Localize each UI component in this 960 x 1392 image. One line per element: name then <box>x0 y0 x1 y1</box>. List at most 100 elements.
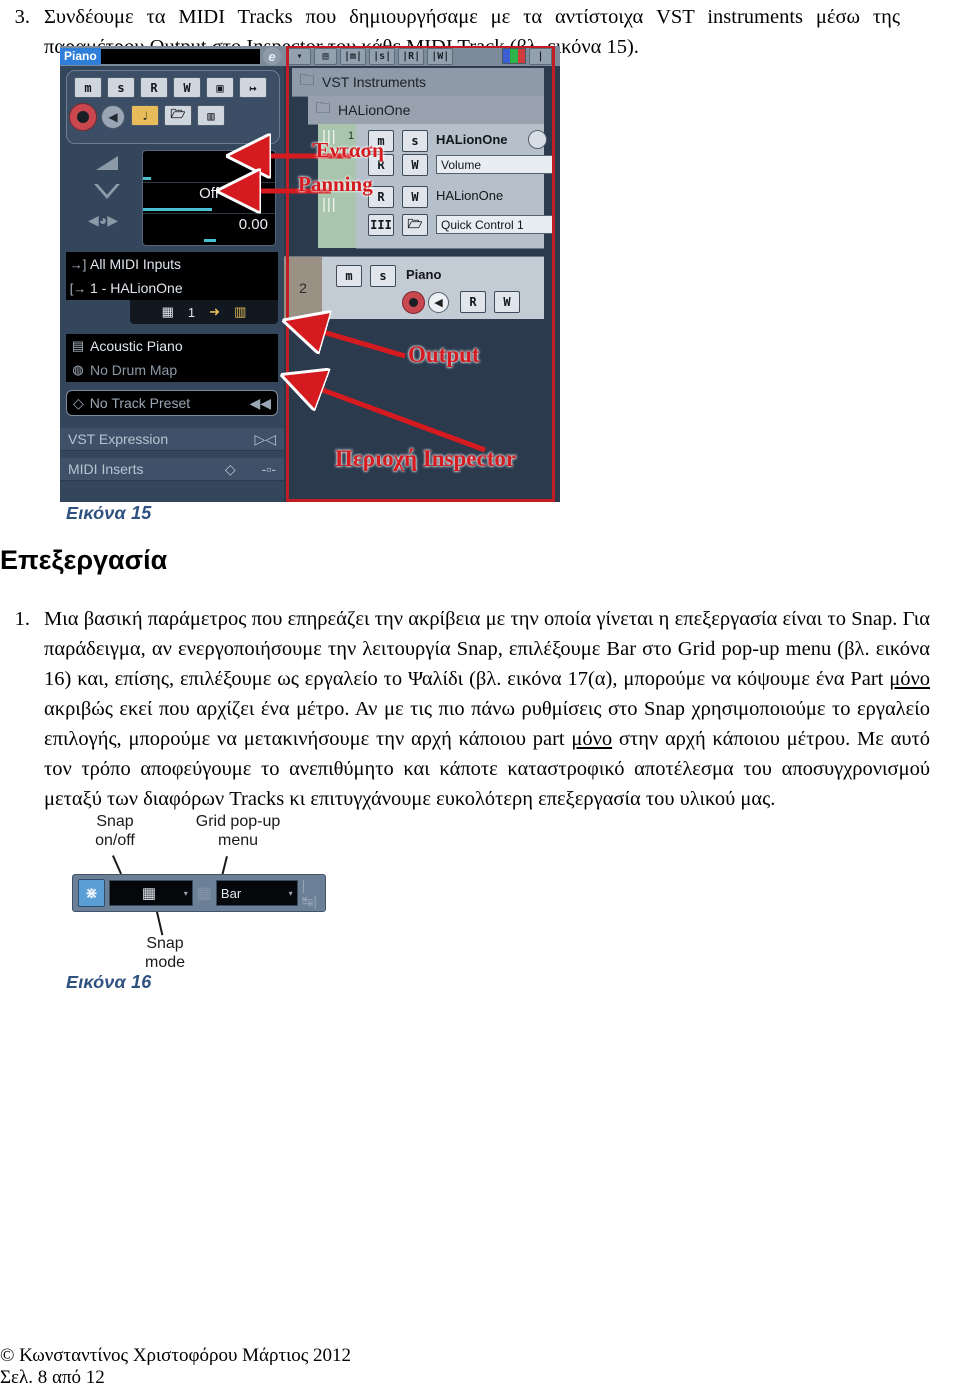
list-marker: 3. <box>14 6 30 28</box>
midi-inserts-row[interactable]: MIDI Inserts ◇ -▫- <box>60 458 284 481</box>
solo-button[interactable]: s <box>107 77 135 98</box>
track-name-field[interactable] <box>100 48 260 64</box>
delay-readout-row[interactable]: 0.00 <box>143 213 275 244</box>
volume-fader-icon <box>96 156 118 170</box>
list-item-1-text: Μια βασική παράμετρος που επηρεάζει την … <box>44 604 930 814</box>
track-color-icon[interactable] <box>502 48 526 64</box>
midi-track-row-2[interactable]: 2 m s Piano ◀ R W <box>284 256 544 319</box>
volume-value: Off <box>248 154 268 171</box>
track-name-label: Piano <box>60 47 101 65</box>
snap-on-off-toggle[interactable]: ⋇ <box>78 879 106 907</box>
drum-map-value: No Drum Map <box>90 362 178 378</box>
program-row[interactable]: ▤ Acoustic Piano <box>66 334 278 359</box>
inspector-frame-bottom <box>286 499 555 502</box>
track2-monitor-icon[interactable]: ◀ <box>428 292 449 313</box>
pan-icon <box>94 184 120 199</box>
instr-automation-param-1[interactable]: Volume <box>436 155 554 174</box>
inspector-frame-top <box>286 46 555 48</box>
grid-icon: ▦ <box>161 304 174 319</box>
keys-icon: ▥ <box>234 304 247 319</box>
midi-inserts-diamond-icon[interactable]: ◇ <box>225 461 236 478</box>
mute-button[interactable]: m <box>74 77 102 98</box>
instr-automation-param-2[interactable]: Quick Control 1 <box>436 215 554 234</box>
figure-15-caption: Εικόνα 15 <box>66 503 152 523</box>
vst-expression-label: VST Expression <box>68 431 169 447</box>
folder-icon[interactable]: 🗁 <box>164 105 192 126</box>
track2-solo-button[interactable]: s <box>370 265 396 287</box>
chevron-down-icon[interactable]: ▾ <box>288 47 311 65</box>
global-read-button[interactable]: |R| <box>398 47 425 65</box>
midi-input-row[interactable]: →] All MIDI Inputs <box>66 252 278 277</box>
snap-mode-combo[interactable]: ▦ ▾ <box>109 880 193 906</box>
inspector-panel: Piano e m s R W ▣ ↦ ◀ ♩ 🗁 ▥ ◀◕▶ Off Off … <box>60 46 284 502</box>
folder-label-vst-instruments: VST Instruments <box>322 74 427 90</box>
pan-readout-row[interactable]: Off <box>143 182 275 213</box>
instr-write-button-2[interactable]: W <box>402 186 428 208</box>
volume-bar[interactable] <box>143 177 151 180</box>
edit-channel-icon[interactable]: ▣ <box>206 77 234 98</box>
track2-write-button[interactable]: W <box>494 291 520 313</box>
instr-channel-icon[interactable]: III <box>368 214 394 236</box>
keyboard-icon[interactable]: ▥ <box>197 105 225 126</box>
track2-read-button[interactable]: R <box>460 291 486 313</box>
track2-record-button[interactable] <box>402 291 425 314</box>
snap-to-zero-crossing-icon[interactable]: |↹| <box>302 877 320 910</box>
vst-expression-row[interactable]: VST Expression ▷◁ <box>60 428 284 451</box>
record-enable-button[interactable] <box>69 103 97 131</box>
volume-readout-row[interactable]: Off <box>143 151 275 182</box>
folder-row-halionone[interactable]: 🗀 HALionOne <box>308 96 544 125</box>
track-controls-panel: m s R W ▣ ↦ ◀ ♩ 🗁 ▥ <box>66 70 280 144</box>
folder-row-vst-instruments[interactable]: 🗀 VST Instruments <box>292 68 544 97</box>
edit-icon[interactable]: e <box>263 47 281 65</box>
midi-channel-row[interactable]: ▦ 1 ➜ ▥ <box>130 300 278 324</box>
output-routing-icon[interactable]: ↦ <box>239 77 267 98</box>
drum-map-row[interactable]: ◍ No Drum Map <box>66 358 278 383</box>
instr-solo-button[interactable]: s <box>402 130 428 152</box>
grid-value: Bar <box>220 885 242 901</box>
annotation-inspector-area: Περιοχή Inspector <box>335 446 517 471</box>
global-mute-button[interactable]: |m| <box>340 47 367 65</box>
midi-inserts-bypass-icon[interactable]: -▫- <box>262 461 276 477</box>
body-underline-2: μόνο <box>571 728 613 750</box>
instr-rec-circle-icon[interactable] <box>528 130 547 149</box>
body-seg-1: Μια βασική παράμετρος που επηρεάζει την … <box>44 608 930 690</box>
track-preset-row[interactable]: ◇ No Track Preset ◀◀ <box>66 390 278 416</box>
record-dot-icon <box>77 111 89 123</box>
pan-bar[interactable] <box>143 208 212 211</box>
read-button[interactable]: R <box>140 77 168 98</box>
delay-bar[interactable] <box>203 239 216 242</box>
instr-write-button[interactable]: W <box>402 154 428 176</box>
track2-mute-button[interactable]: m <box>336 265 362 287</box>
footer-copyright: © Κωνσταντίνος Χριστοφόρου Μάρτιος 2012 <box>0 1345 351 1366</box>
toolbar-divider-icon: | <box>529 47 552 65</box>
folder-label-halionone: HALionOne <box>338 102 411 118</box>
global-write-button[interactable]: |W| <box>427 47 454 65</box>
snap-toolbar: ⋇ ▦ ▾ ▦ Bar ▾ |↹| <box>72 874 326 912</box>
list-icon[interactable]: ▤ <box>314 47 337 65</box>
preset-diamond-icon: ◇ <box>73 394 84 411</box>
label-snap-mode-line1: Snap <box>146 935 184 952</box>
write-button[interactable]: W <box>173 77 201 98</box>
delay-value: 0.00 <box>238 216 268 233</box>
folder-icon: 🗀 <box>315 99 331 117</box>
instr-lock-icon[interactable]: 🗁 <box>402 214 428 236</box>
label-grid-popup-line2: menu <box>217 832 259 849</box>
output-icon: [→ <box>69 280 87 296</box>
grid-popup-combo[interactable]: Bar ▾ <box>215 880 298 906</box>
midi-output-row[interactable]: [→ 1 - HALionOne <box>66 276 278 301</box>
monitor-speaker-icon[interactable]: ◀ <box>101 105 125 129</box>
grid-type-ghost-icon: ▦ <box>196 885 212 902</box>
midi-channel-value: 1 <box>187 304 196 320</box>
preset-prev-icon[interactable]: ◀◀ <box>249 395 271 412</box>
arrow-right-icon: ➜ <box>209 304 221 319</box>
label-snap-onoff-line1: Snap <box>96 813 134 830</box>
instrument-track-controls: m s HALionOne R W Volume R W HALionOne I… <box>356 124 554 249</box>
global-solo-button[interactable]: |s| <box>369 47 396 65</box>
vst-expression-icon[interactable]: ▷◁ <box>254 431 276 448</box>
project-window: ▾ ▤ |m| |s| |R| |W| | 🗀 VST Instruments … <box>284 46 560 502</box>
leader-line-snap-mode <box>156 911 164 936</box>
footer-page-number: Σελ. 8 από 12 <box>0 1367 105 1388</box>
note-icon[interactable]: ♩ <box>131 105 159 126</box>
midi-input-value: All MIDI Inputs <box>90 256 182 272</box>
delay-clock-icon: ◀◕▶ <box>88 212 118 228</box>
